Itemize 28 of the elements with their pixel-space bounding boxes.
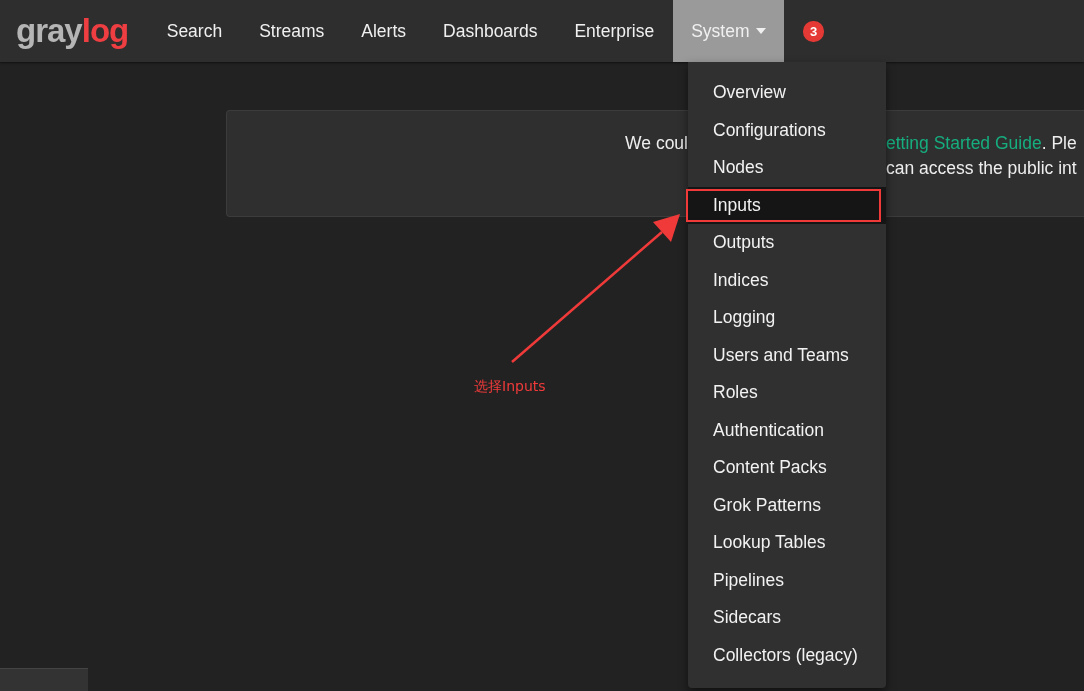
menu-item[interactable]: Authentication <box>688 411 886 449</box>
menu-item[interactable]: Overview <box>688 74 886 112</box>
nav-item[interactable]: Enterprise <box>555 0 673 62</box>
menu-item[interactable]: Lookup Tables <box>688 524 886 562</box>
menu-item[interactable]: Collectors (legacy) <box>688 636 886 674</box>
nav-item[interactable]: Alerts <box>342 0 425 62</box>
nav-item[interactable]: Search <box>148 0 241 62</box>
menu-item[interactable]: Outputs <box>688 224 886 262</box>
notice-text: We coul <box>625 133 688 153</box>
logo[interactable]: graylog <box>16 0 129 62</box>
menu-item[interactable]: Content Packs <box>688 449 886 487</box>
menu-item[interactable]: Indices <box>688 261 886 299</box>
menu-item[interactable]: Users and Teams <box>688 336 886 374</box>
annotation-text: 选择Inputs <box>474 378 546 396</box>
nav-item[interactable]: Streams <box>240 0 343 62</box>
menu-item[interactable]: Grok Patterns <box>688 486 886 524</box>
menu-item[interactable]: Sidecars <box>688 599 886 637</box>
menu-item[interactable]: Pipelines <box>688 561 886 599</box>
notification-count[interactable]: 3 <box>803 20 825 42</box>
nav-item[interactable]: Dashboards <box>424 0 556 62</box>
notice-text: can access the public int <box>886 158 1077 178</box>
menu-item[interactable]: Configurations <box>688 111 886 149</box>
menu-item[interactable]: Logging <box>688 299 886 337</box>
guide-link[interactable]: etting Started Guide <box>886 133 1042 153</box>
caret-icon <box>755 28 766 34</box>
menu-item[interactable]: Roles <box>688 374 886 412</box>
menu-item[interactable]: Nodes <box>688 149 886 187</box>
notice-text: . Ple <box>1041 133 1077 153</box>
